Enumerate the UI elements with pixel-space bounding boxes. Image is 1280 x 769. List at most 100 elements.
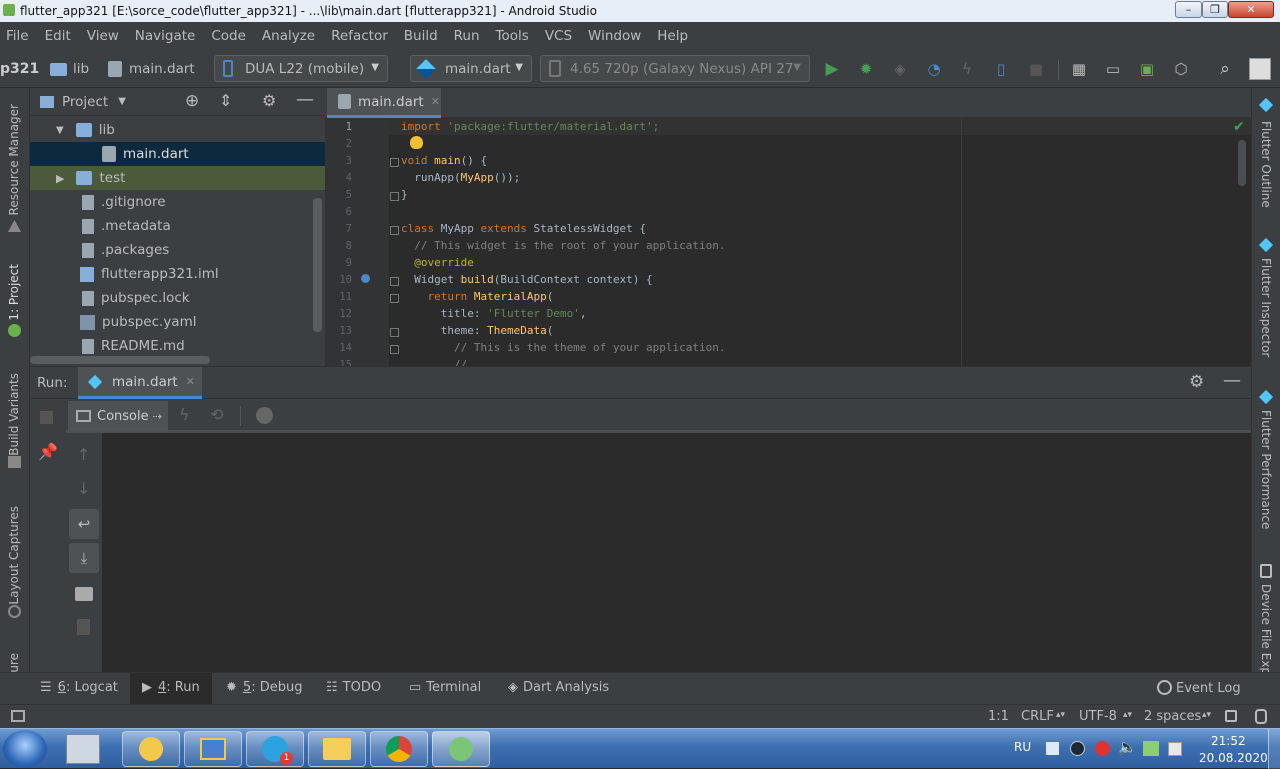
- layout-captures-tab[interactable]: Layout Captures: [7, 506, 21, 605]
- hot-reload-icon[interactable]: ϟ: [179, 405, 190, 424]
- tree-item-metadata[interactable]: .metadata: [30, 214, 325, 238]
- breadcrumb-folder[interactable]: lib: [73, 61, 89, 77]
- avd-selector[interactable]: 4.65 720p (Galaxy Nexus) API 27 ▼: [540, 55, 810, 82]
- network-status-icon[interactable]: [1143, 741, 1159, 756]
- lightbulb-icon[interactable]: [410, 136, 423, 149]
- menu-help[interactable]: Help: [657, 28, 688, 44]
- editor-tab-main-dart[interactable]: main.dart ✕: [327, 88, 441, 118]
- chevron-down-icon[interactable]: ▼: [118, 96, 126, 107]
- editor-scrollbar[interactable]: [1238, 140, 1246, 186]
- fold-marker-icon[interactable]: [390, 294, 399, 303]
- debug-tab[interactable]: ✹ 5: Debug: [226, 680, 302, 695]
- android-studio-app[interactable]: [122, 731, 180, 767]
- breadcrumb-file[interactable]: main.dart: [129, 61, 195, 77]
- stop-icon[interactable]: ■: [1026, 59, 1046, 79]
- menu-edit[interactable]: Edit: [45, 28, 71, 44]
- tree-item-iml[interactable]: flutterapp321.iml: [30, 262, 325, 286]
- debug-icon[interactable]: ✹: [856, 59, 876, 79]
- menu-window[interactable]: Window: [588, 28, 641, 44]
- menu-refactor[interactable]: Refactor: [331, 28, 388, 44]
- menu-navigate[interactable]: Navigate: [135, 28, 196, 44]
- caret-position[interactable]: 1:1: [988, 709, 1009, 724]
- structure-tab[interactable]: ure: [7, 653, 21, 673]
- pin-icon[interactable]: 📌: [38, 442, 58, 461]
- calculator-app[interactable]: [66, 734, 100, 764]
- close-tab-icon[interactable]: ✕: [431, 95, 440, 108]
- file-encoding[interactable]: UTF-8: [1079, 709, 1117, 724]
- clock-time[interactable]: 21:52: [1211, 734, 1246, 748]
- hide-panel-icon[interactable]: —: [296, 89, 314, 110]
- battery-icon[interactable]: [1168, 742, 1182, 756]
- project-tab[interactable]: 1: Project: [7, 264, 21, 321]
- toggle-tool-windows-icon[interactable]: [11, 710, 25, 722]
- console-tab[interactable]: Console ⇢: [68, 401, 168, 431]
- fold-marker-icon[interactable]: [390, 328, 399, 337]
- run-config-selector[interactable]: main.dart ▼: [410, 55, 532, 82]
- todo-tab[interactable]: ☷ TODO: [326, 680, 381, 695]
- inspector-icon[interactable]: [1255, 709, 1267, 724]
- tree-item-test[interactable]: ▶ test: [30, 166, 325, 190]
- scroll-to-end-icon[interactable]: ⤓: [69, 543, 99, 573]
- run-icon[interactable]: ▶: [822, 59, 842, 79]
- breadcrumb-project[interactable]: p321: [0, 61, 39, 77]
- flutter-outline-tab[interactable]: Flutter Outline: [1259, 121, 1273, 208]
- tree-item-lib[interactable]: ▼ lib: [30, 118, 325, 142]
- event-log-tab[interactable]: Event Log: [1157, 680, 1241, 696]
- tree-item-pubspec-yaml[interactable]: pubspec.yaml: [30, 310, 325, 334]
- console-pin-icon[interactable]: ⇢: [153, 410, 162, 423]
- lock-icon[interactable]: [1225, 710, 1237, 722]
- search-everywhere-icon[interactable]: ⌕: [1215, 59, 1235, 79]
- terminal-icon[interactable]: ▭: [1103, 59, 1123, 79]
- trash-icon[interactable]: [77, 619, 90, 635]
- run-tool-tab[interactable]: ▶ 4: Run: [130, 673, 212, 704]
- windows-start-button[interactable]: [3, 730, 47, 768]
- build-variants-tab[interactable]: Build Variants: [7, 373, 21, 456]
- fold-marker-icon[interactable]: [390, 345, 399, 354]
- arrow-down-icon[interactable]: ↓: [77, 479, 90, 498]
- tray-app-icon[interactable]: [1095, 741, 1110, 756]
- project-view-selector[interactable]: Project: [62, 94, 108, 110]
- user-avatar[interactable]: [1249, 58, 1271, 80]
- gear-icon[interactable]: ⚙: [262, 91, 276, 110]
- locate-icon[interactable]: ⊕: [185, 91, 199, 111]
- minimize-button[interactable]: –: [1175, 1, 1202, 18]
- collapse-all-icon[interactable]: ⇕: [219, 91, 232, 110]
- logcat-tab[interactable]: ☰ 6: Logcat: [40, 680, 118, 695]
- project-structure-icon[interactable]: ▦: [1069, 59, 1089, 79]
- flutter-performance-tab[interactable]: Flutter Performance: [1259, 410, 1273, 529]
- profile-icon[interactable]: ◔: [924, 59, 944, 79]
- fold-marker-icon[interactable]: [390, 158, 399, 167]
- menu-build[interactable]: Build: [404, 28, 438, 44]
- android-studio-active-app[interactable]: [432, 731, 490, 767]
- code-editor[interactable]: 1 2 3 4 5 6 7 8 9 10 11 12 13 14 15 impo…: [325, 118, 1251, 366]
- close-button[interactable]: ✕: [1228, 1, 1274, 18]
- chrome-app[interactable]: [370, 731, 428, 767]
- maximize-button[interactable]: ❐: [1202, 1, 1228, 18]
- devtools-icon[interactable]: [256, 407, 273, 424]
- attach-debugger-icon[interactable]: ◈: [890, 59, 910, 79]
- device-selector[interactable]: DUA L22 (mobile) ▼: [214, 55, 388, 82]
- horizontal-scrollbar[interactable]: [30, 356, 210, 364]
- tree-item-main-dart[interactable]: main.dart: [30, 142, 325, 166]
- tray-grid-icon[interactable]: [1046, 742, 1059, 755]
- soft-wrap-icon[interactable]: ↩: [69, 509, 99, 539]
- tree-item-gitignore[interactable]: .gitignore: [30, 190, 325, 214]
- gear-icon[interactable]: ⚙: [1189, 372, 1204, 392]
- run-tab-main-dart[interactable]: main.dart ✕: [78, 367, 202, 399]
- override-marker-icon[interactable]: [361, 274, 370, 283]
- hot-reload-icon[interactable]: ϟ: [957, 59, 977, 79]
- steam-icon[interactable]: [1070, 741, 1085, 756]
- input-language[interactable]: RU: [1014, 740, 1031, 754]
- menu-view[interactable]: View: [87, 28, 119, 44]
- volume-icon[interactable]: 🔈: [1118, 738, 1137, 756]
- show-desktop-button[interactable]: [1268, 729, 1280, 769]
- tree-item-readme[interactable]: README.md: [30, 334, 325, 358]
- line-separator[interactable]: CRLF: [1021, 709, 1054, 724]
- indent-setting[interactable]: 2 spaces: [1144, 709, 1201, 724]
- menu-file[interactable]: File: [6, 28, 29, 44]
- menu-analyze[interactable]: Analyze: [262, 28, 315, 44]
- device-file-explorer-tab[interactable]: Device File Expl: [1259, 584, 1273, 678]
- menu-tools[interactable]: Tools: [496, 28, 529, 44]
- tree-item-pubspec-lock[interactable]: pubspec.lock: [30, 286, 325, 310]
- hot-restart-icon[interactable]: ⟲: [210, 405, 223, 424]
